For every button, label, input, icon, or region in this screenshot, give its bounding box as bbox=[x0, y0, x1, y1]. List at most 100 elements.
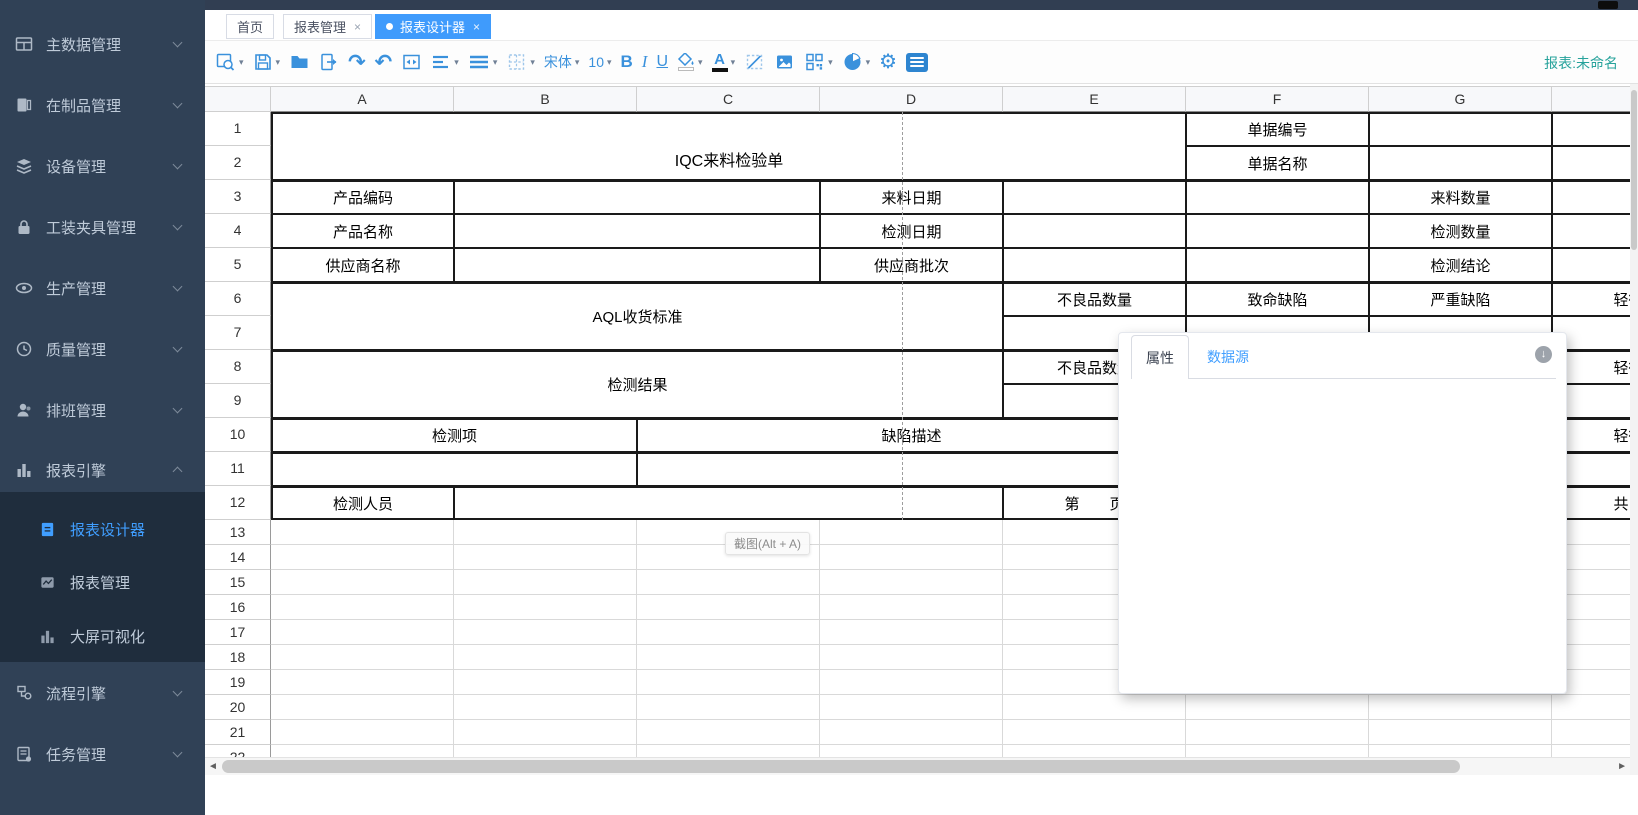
row-header[interactable]: 19 bbox=[205, 670, 271, 695]
border-weight-button[interactable]: ▾ bbox=[468, 53, 498, 71]
row-header[interactable]: 20 bbox=[205, 695, 271, 720]
panel-toggle-button[interactable] bbox=[906, 53, 928, 72]
undo-button[interactable]: ↶ bbox=[375, 50, 393, 75]
collapse-download-icon[interactable]: ↓ bbox=[1535, 346, 1552, 363]
cell-incoming-date-label[interactable]: 来料日期 bbox=[820, 180, 1003, 214]
cell-product-name-label[interactable]: 产品名称 bbox=[271, 214, 454, 248]
row-header[interactable]: 9 bbox=[205, 384, 271, 418]
row-header[interactable]: 11 bbox=[205, 452, 271, 486]
sidebar-item-big-screen[interactable]: 大屏可视化 bbox=[0, 614, 205, 658]
font-size-select[interactable]: 10 ▾ bbox=[588, 54, 611, 70]
cell-fatal-defect-label[interactable]: 致命缺陷 bbox=[1186, 282, 1369, 316]
row-header[interactable]: 4 bbox=[205, 214, 271, 248]
cell-empty[interactable] bbox=[1186, 180, 1369, 214]
cell-serious-defect-label[interactable]: 严重缺陷 bbox=[1369, 282, 1552, 316]
settings-gear-button[interactable]: ⚙ bbox=[879, 52, 897, 72]
row-header[interactable]: 16 bbox=[205, 595, 271, 620]
bold-button[interactable]: B bbox=[621, 52, 633, 72]
underline-button[interactable]: U bbox=[656, 53, 668, 71]
sidebar-item-report-engine[interactable]: 报表引擎 bbox=[0, 448, 205, 492]
cell-empty[interactable] bbox=[1552, 180, 1630, 214]
insert-image-button[interactable] bbox=[774, 52, 795, 72]
close-icon[interactable]: × bbox=[354, 20, 361, 34]
cell-empty[interactable] bbox=[1186, 248, 1369, 282]
cell-product-code-label[interactable]: 产品编码 bbox=[271, 180, 454, 214]
cell-test-conclusion-label[interactable]: 检测结论 bbox=[1369, 248, 1552, 282]
row-header[interactable]: 12 bbox=[205, 486, 271, 520]
column-header[interactable]: G bbox=[1369, 86, 1552, 112]
column-header[interactable]: B bbox=[454, 86, 637, 112]
cell-empty[interactable] bbox=[1369, 146, 1552, 180]
column-header[interactable]: E bbox=[1003, 86, 1186, 112]
row-header[interactable]: 5 bbox=[205, 248, 271, 282]
sidebar-item-report-designer[interactable]: 报表设计器 bbox=[0, 507, 205, 551]
cell-empty[interactable] bbox=[454, 180, 820, 214]
redo-button[interactable]: ↷ bbox=[348, 50, 366, 75]
sidebar-item-scheduling[interactable]: 排班管理 bbox=[0, 388, 205, 432]
cell-empty[interactable] bbox=[1003, 248, 1186, 282]
cell-empty[interactable] bbox=[1552, 248, 1630, 282]
row-header[interactable]: 10 bbox=[205, 418, 271, 452]
fill-color-button[interactable]: ▾ bbox=[677, 53, 703, 71]
row-header[interactable]: 7 bbox=[205, 316, 271, 350]
sidebar-item-master-data[interactable]: 主数据管理 bbox=[0, 22, 205, 66]
row-header[interactable]: 14 bbox=[205, 545, 271, 570]
row-header[interactable]: 3 bbox=[205, 180, 271, 214]
cell-empty[interactable] bbox=[271, 452, 637, 486]
sheet-corner-cell[interactable] bbox=[205, 86, 271, 112]
cell-empty[interactable] bbox=[454, 214, 820, 248]
row-header[interactable]: 17 bbox=[205, 620, 271, 645]
cell-incoming-qty-label[interactable]: 来料数量 bbox=[1369, 180, 1552, 214]
qr-code-button[interactable]: ▾ bbox=[804, 52, 833, 72]
tab-report-management[interactable]: 报表管理 × bbox=[283, 14, 372, 39]
cell-aql-standard-label[interactable]: AQL收货标准 bbox=[271, 282, 1003, 350]
cell-defect-desc-label[interactable]: 缺陷描述 bbox=[637, 418, 1186, 452]
cell-empty[interactable] bbox=[454, 248, 820, 282]
cell-test-item-label[interactable]: 检测项 bbox=[271, 418, 637, 452]
font-family-select[interactable]: 宋体 ▾ bbox=[544, 52, 580, 72]
row-header[interactable]: 21 bbox=[205, 720, 271, 745]
row-header[interactable]: 2 bbox=[205, 146, 271, 180]
cell-empty[interactable] bbox=[1186, 214, 1369, 248]
row-header[interactable]: 8 bbox=[205, 350, 271, 384]
tab-properties[interactable]: 属性 bbox=[1131, 335, 1189, 379]
column-header[interactable]: H bbox=[1552, 86, 1630, 112]
sidebar-item-production[interactable]: 生产管理 bbox=[0, 266, 205, 310]
cell-doc-name-label[interactable]: 单据名称 bbox=[1186, 146, 1369, 180]
sidebar-item-report-management[interactable]: 报表管理 bbox=[0, 560, 205, 604]
cell-minor-defect-label[interactable]: 轻微缺陷 bbox=[1552, 282, 1630, 316]
sidebar-item-process-engine[interactable]: 流程引擎 bbox=[0, 671, 205, 715]
tab-home[interactable]: 首页 bbox=[226, 14, 274, 39]
cell-test-qty-label[interactable]: 检测数量 bbox=[1369, 214, 1552, 248]
tab-datasource[interactable]: 数据源 bbox=[1207, 335, 1249, 379]
chart-button[interactable]: ▾ bbox=[842, 52, 871, 72]
cell-empty[interactable] bbox=[1552, 112, 1630, 146]
cell-test-date-label[interactable]: 检测日期 bbox=[820, 214, 1003, 248]
sidebar-item-quality[interactable]: 质量管理 bbox=[0, 327, 205, 371]
export-button[interactable] bbox=[319, 52, 339, 72]
cell-test-result-label[interactable]: 检测结果 bbox=[271, 350, 1003, 418]
column-header[interactable]: A bbox=[271, 86, 454, 112]
horizontal-scrollbar[interactable]: ◄ ► bbox=[205, 757, 1630, 775]
column-header[interactable]: D bbox=[820, 86, 1003, 112]
cell-report-title[interactable]: IQC来料检验单 bbox=[271, 112, 1186, 180]
row-header[interactable]: 13 bbox=[205, 520, 271, 545]
merge-cells-button[interactable] bbox=[401, 52, 422, 72]
sidebar-item-task-management[interactable]: 任务管理 bbox=[0, 732, 205, 776]
row-header[interactable]: 6 bbox=[205, 282, 271, 316]
cell-inspector-label[interactable]: 检测人员 bbox=[271, 486, 454, 520]
borders-button[interactable]: ▾ bbox=[506, 52, 535, 72]
cell-empty[interactable] bbox=[1003, 180, 1186, 214]
preview-button[interactable]: ▾ bbox=[215, 52, 244, 72]
cell-supplier-name-label[interactable]: 供应商名称 bbox=[271, 248, 454, 282]
cell-doc-no-label[interactable]: 单据编号 bbox=[1186, 112, 1369, 146]
clear-cell-button[interactable] bbox=[744, 52, 765, 72]
row-header[interactable]: 18 bbox=[205, 645, 271, 670]
open-button[interactable] bbox=[289, 52, 310, 72]
row-header[interactable]: 15 bbox=[205, 570, 271, 595]
italic-button[interactable]: I bbox=[642, 52, 648, 72]
cell-defective-qty-label[interactable]: 不良品数量 bbox=[1003, 282, 1186, 316]
scroll-right-icon[interactable]: ► bbox=[1617, 761, 1627, 772]
column-header[interactable]: F bbox=[1186, 86, 1369, 112]
cell-empty[interactable] bbox=[1003, 214, 1186, 248]
